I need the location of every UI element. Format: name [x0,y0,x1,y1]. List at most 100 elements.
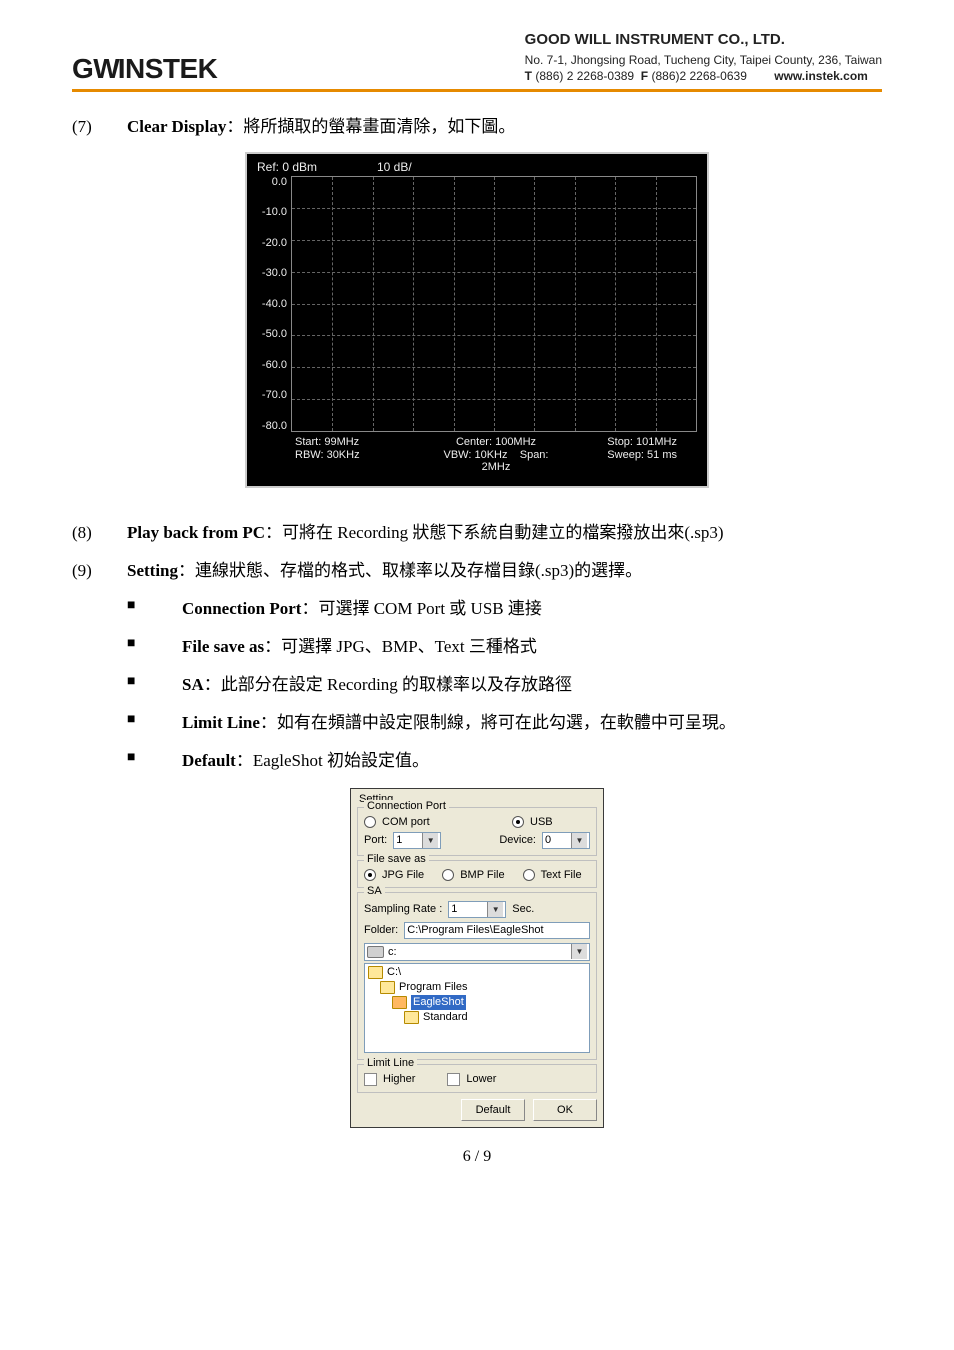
device-label: Device: [499,834,536,846]
folder-open-icon [392,996,407,1009]
bullet-limit-line: ■ Limit Line：如有在頻譜中設定限制線，將可在此勾選，在軟體中可呈現。 [127,706,882,740]
company-url: www.instek.com [774,69,868,83]
company-address: No. 7-1, Jhongsing Road, Tucheng City, T… [525,52,882,68]
com-port-radio[interactable] [364,816,376,828]
bullet-connection-port: ■ Connection Port：可選擇 COM Port 或 USB 連接 [127,592,882,626]
chevron-down-icon[interactable]: ▼ [571,944,587,959]
item-number: (7) [72,110,127,144]
folder-icon [368,966,383,979]
company-name: GOOD WILL INSTRUMENT CO., LTD. [525,30,882,50]
folder-tree-item[interactable]: C:\ [368,965,586,980]
item-text: ：將所擷取的螢幕畫面清除，如下圖。 [226,117,515,136]
bullet-icon: ■ [127,630,182,664]
group-title: Connection Port [364,800,449,812]
item-text: ：可將在 Recording 狀態下系統自動建立的檔案撥放出來(.sp3) [265,523,724,542]
settings-dialog: Setting Connection Port COM port USB Por… [350,788,604,1128]
folder-tree-item[interactable]: Program Files [368,980,586,995]
port-label: Port: [364,834,387,846]
item-7: (7) Clear Display：將所擷取的螢幕畫面清除，如下圖。 [72,110,882,144]
item-9: (9) Setting：連線狀態、存檔的格式、取樣率以及存檔目錄(.sp3)的選… [72,554,882,588]
group-title: SA [364,885,385,897]
spectrum-display: Ref: 0 dBm 10 dB/ 0.0 -10.0 -20.0 -30.0 … [245,152,709,488]
sec-label: Sec. [512,903,534,915]
spectrum-footer: Start: 99MHz Center: 100MHz Stop: 101MHz… [295,436,697,473]
item-label: Play back from PC [127,523,265,542]
bmp-radio[interactable] [442,869,454,881]
ok-button[interactable]: OK [533,1099,597,1121]
item-text: ：連線狀態、存檔的格式、取樣率以及存檔目錄(.sp3)的選擇。 [178,561,642,580]
higher-checkbox[interactable] [364,1073,377,1086]
bullet-icon: ■ [127,706,182,740]
lower-checkbox[interactable] [447,1073,460,1086]
txt-radio[interactable] [523,869,535,881]
brand-logo: GWINSTEK [72,53,217,85]
item-8: (8) Play back from PC：可將在 Recording 狀態下系… [72,516,882,550]
bullet-file-save-as: ■ File save as：可選擇 JPG、BMP、Text 三種格式 [127,630,882,664]
item-label: Setting [127,561,178,580]
grid-area [291,176,697,432]
default-button[interactable]: Default [461,1099,525,1121]
group-connection-port: Connection Port COM port USB Port: 1▼ De… [357,807,597,856]
bullet-sa: ■ SA：此部分在設定 Recording 的取樣率以及存放路徑 [127,668,882,702]
item-label: Clear Display [127,117,226,136]
chevron-down-icon[interactable]: ▼ [571,833,587,848]
sweep-label: Sweep: 51 ms [563,449,697,473]
lower-label: Lower [466,1073,496,1085]
bullet-text: ：可選擇 JPG、BMP、Text 三種格式 [264,637,537,656]
bullet-icon: ■ [127,592,182,626]
item-number: (8) [72,516,127,550]
group-title: Limit Line [364,1057,417,1069]
folder-path-field[interactable]: C:\Program Files\EagleShot [404,922,590,939]
jpg-radio[interactable] [364,869,376,881]
start-freq: Start: 99MHz [295,436,429,448]
bullet-label: SA [182,675,204,694]
spectrum-header: Ref: 0 dBm 10 dB/ [257,160,697,174]
ref-label: Ref: 0 dBm [257,160,377,174]
y-axis-labels: 0.0 -10.0 -20.0 -30.0 -40.0 -50.0 -60.0 … [257,176,291,432]
bullet-icon: ■ [127,744,182,778]
folder-label: Folder: [364,924,398,936]
vbw-label: VBW: 10KHz [444,449,508,461]
higher-label: Higher [383,1073,415,1085]
center-freq: Center: 100MHz [429,436,563,448]
sampling-rate-combo[interactable]: 1▼ [448,901,506,918]
company-info: GOOD WILL INSTRUMENT CO., LTD. No. 7-1, … [525,30,882,85]
group-sa: SA Sampling Rate : 1▼ Sec. Folder: C:\Pr… [357,892,597,1060]
page-number: 6 / 9 [72,1148,882,1166]
bullet-label: Limit Line [182,713,260,732]
item-number: (9) [72,554,127,588]
group-title: File save as [364,853,429,865]
chevron-down-icon[interactable]: ▼ [422,833,438,848]
bullet-text: ：如有在頻譜中設定限制線，將可在此勾選，在軟體中可呈現。 [260,713,736,732]
div-label: 10 dB/ [377,160,497,174]
document-page: GWINSTEK GOOD WILL INSTRUMENT CO., LTD. … [0,0,954,1196]
bullet-default: ■ Default：EagleShot 初始設定值。 [127,744,882,778]
folder-tree-item-selected[interactable]: EagleShot [368,995,586,1010]
usb-label: USB [530,816,590,828]
drive-icon [367,946,384,958]
stop-freq: Stop: 101MHz [563,436,697,448]
folder-icon [380,981,395,994]
bullet-text: ：EagleShot 初始設定值。 [236,751,429,770]
folder-tree[interactable]: C:\ Program Files EagleShot Standard [364,963,590,1053]
drive-combo[interactable]: c: ▼ [364,943,590,961]
rbw-label: RBW: 30KHz [295,449,429,473]
company-contact: T (886) 2 2268-0389 F (886)2 2268-0639 w… [525,68,882,84]
group-limit-line: Limit Line Higher Lower [357,1064,597,1093]
group-file-save-as: File save as JPG File BMP File Text File [357,860,597,888]
page-header: GWINSTEK GOOD WILL INSTRUMENT CO., LTD. … [72,30,882,92]
sampling-rate-label: Sampling Rate : [364,903,442,915]
bullet-text: ：可選擇 COM Port 或 USB 連接 [301,599,541,618]
bullet-label: File save as [182,637,264,656]
usb-radio[interactable] [512,816,524,828]
port-combo[interactable]: 1▼ [393,832,441,849]
dialog-buttons: Default OK [357,1099,597,1121]
bullet-icon: ■ [127,668,182,702]
com-port-label: COM port [382,816,430,828]
folder-tree-item[interactable]: Standard [368,1010,586,1025]
bullet-label: Connection Port [182,599,301,618]
bullet-text: ：此部分在設定 Recording 的取樣率以及存放路徑 [204,675,572,694]
device-combo[interactable]: 0▼ [542,832,590,849]
folder-icon [404,1011,419,1024]
chevron-down-icon[interactable]: ▼ [487,902,503,917]
